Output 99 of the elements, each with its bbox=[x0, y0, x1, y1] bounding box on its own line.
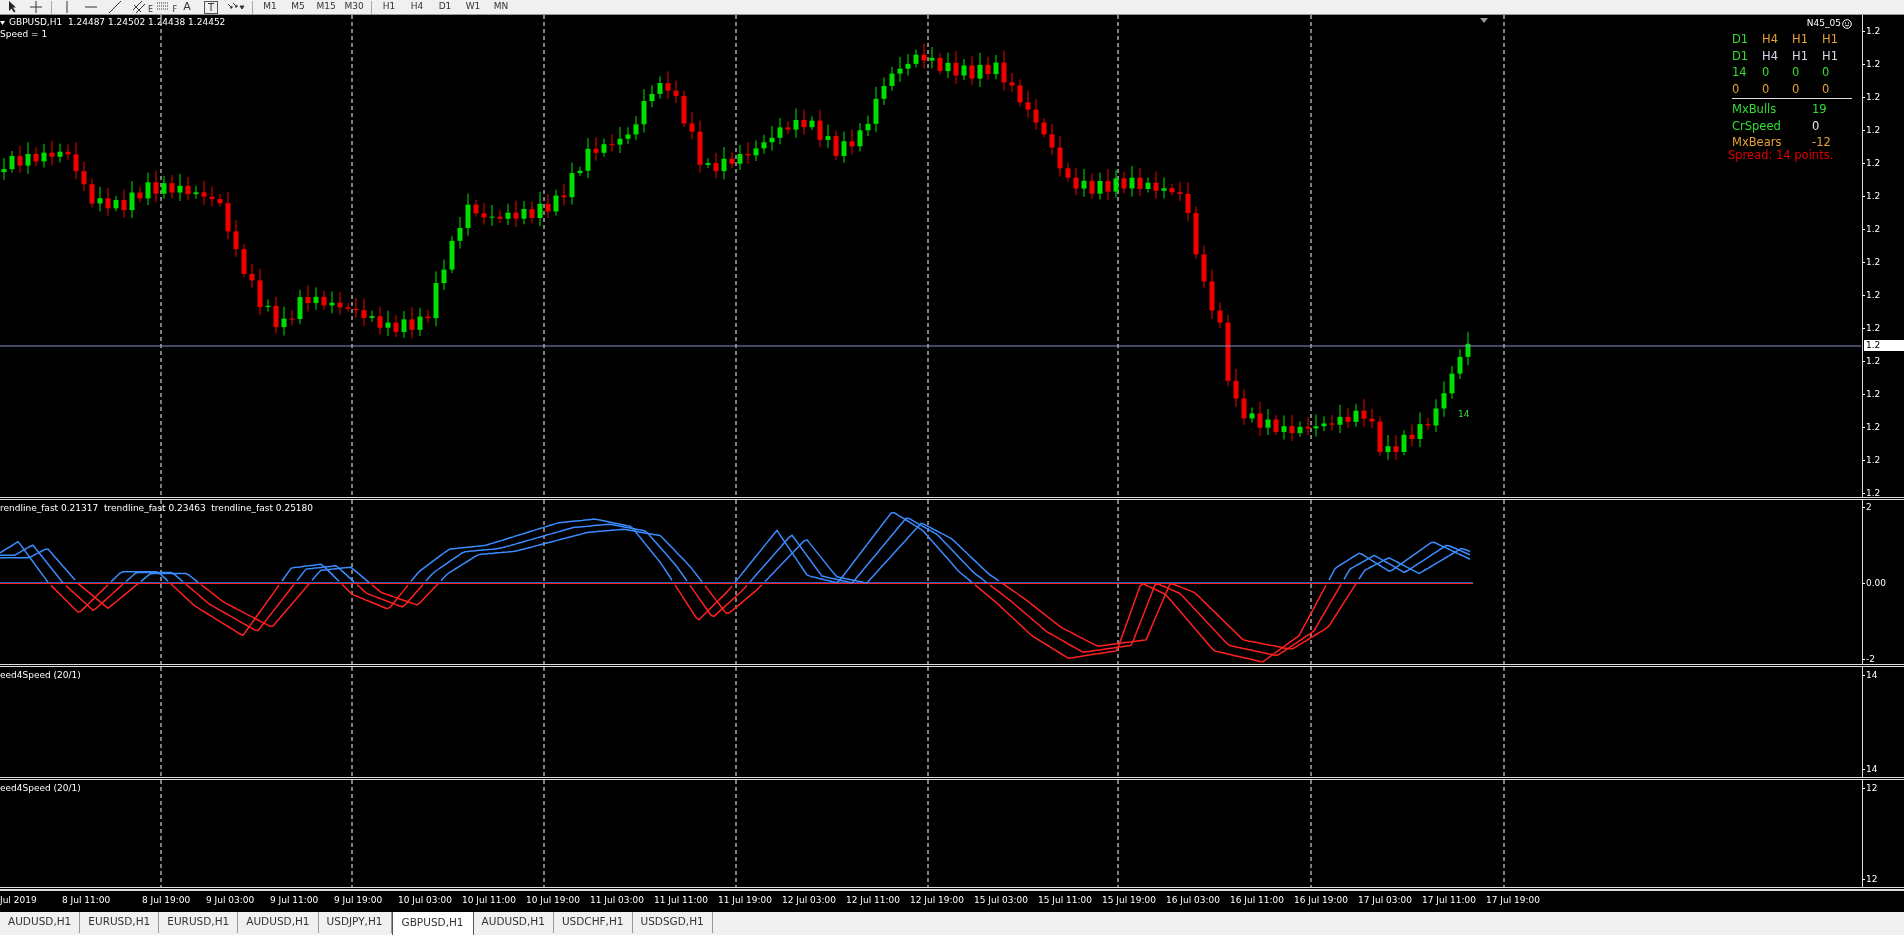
time-label: 9 Jul 03:00 bbox=[206, 894, 255, 907]
signal-value: H4 bbox=[1762, 31, 1779, 48]
time-label: 9 Jul 19:00 bbox=[334, 894, 383, 907]
time-label: 17 Jul 03:00 bbox=[1358, 894, 1412, 907]
signal-value: H1 bbox=[1822, 31, 1839, 48]
time-label: 15 Jul 03:00 bbox=[974, 894, 1028, 907]
axis-label: 14 bbox=[1866, 670, 1878, 680]
signal-value: 0 bbox=[1762, 64, 1771, 81]
price-label: 1.2 bbox=[1866, 158, 1881, 168]
price-label: 1.2 bbox=[1866, 389, 1881, 399]
signal-value: 0 bbox=[1792, 80, 1801, 97]
signal-value: D1 bbox=[1732, 31, 1750, 48]
signal-value: D1 bbox=[1732, 47, 1750, 64]
signal-value: 0 bbox=[1732, 80, 1741, 97]
stat-label: MxBears bbox=[1732, 134, 1783, 149]
signal-value: H1 bbox=[1792, 47, 1809, 64]
price-label: 1.2 bbox=[1866, 125, 1881, 135]
chart-symbol-info: GBPUSD,H1 1.24487 1.24502 1.24438 1.24452 bbox=[9, 17, 226, 28]
current-price-label: 1.2 bbox=[1864, 340, 1904, 351]
time-label: 10 Jul 19:00 bbox=[526, 894, 580, 907]
time-label: Jul 2019 bbox=[0, 894, 37, 907]
time-label: 15 Jul 11:00 bbox=[1038, 894, 1092, 907]
time-label: 12 Jul 03:00 bbox=[782, 894, 836, 907]
price-label: 1.2 bbox=[1866, 356, 1881, 366]
signal-value: 0 bbox=[1822, 64, 1831, 81]
timeframe-button[interactable]: D1 bbox=[431, 0, 459, 14]
bar-count-label: 14 bbox=[1458, 409, 1470, 420]
time-label: 15 Jul 19:00 bbox=[1102, 894, 1156, 907]
time-label: 8 Jul 11:00 bbox=[62, 894, 111, 907]
time-label: 10 Jul 03:00 bbox=[398, 894, 452, 907]
price-label: 1.2 bbox=[1866, 92, 1881, 102]
indicator-name: eed4Speed (20/1) bbox=[0, 783, 81, 794]
vertical-line-icon bbox=[66, 1, 68, 13]
time-label: 8 Jul 19:00 bbox=[142, 894, 191, 907]
time-label: 16 Jul 19:00 bbox=[1294, 894, 1348, 907]
timeframe-button[interactable]: M1 bbox=[256, 0, 284, 14]
fibonacci-icon bbox=[157, 2, 169, 12]
signal-value: 0 bbox=[1762, 80, 1771, 97]
shift-marker-icon bbox=[1480, 18, 1488, 23]
text-label-button[interactable]: T bbox=[204, 0, 218, 14]
time-label: 9 Jul 11:00 bbox=[270, 894, 319, 907]
signal-value: H4 bbox=[1762, 47, 1779, 64]
stat-value: -12 bbox=[1812, 135, 1831, 149]
time-label: 16 Jul 11:00 bbox=[1230, 894, 1284, 907]
chart-tab[interactable]: GBPUSD,H1 bbox=[391, 912, 474, 935]
timeframe-button[interactable]: M30 bbox=[340, 0, 368, 14]
time-label: 10 Jul 11:00 bbox=[462, 894, 516, 907]
triangle-icon bbox=[0, 20, 5, 25]
indicator-name: eed4Speed (20/1) bbox=[0, 670, 81, 681]
crosshair-icon bbox=[30, 1, 42, 13]
axis-label: -2 bbox=[1866, 654, 1875, 664]
time-label: 11 Jul 03:00 bbox=[590, 894, 644, 907]
indicator-values: rendline_fast 0.21317 trendline_fast 0.23463 trendline_fast 0.25180 bbox=[0, 503, 314, 514]
price-label: 1.2 bbox=[1866, 257, 1881, 267]
timeframe-button[interactable]: W1 bbox=[459, 0, 487, 14]
speed-label: Speed = 1 bbox=[0, 29, 48, 40]
time-label: 11 Jul 19:00 bbox=[718, 894, 772, 907]
timeframe-button[interactable]: H4 bbox=[403, 0, 431, 14]
axis-label: 0.00 bbox=[1866, 578, 1887, 588]
horizontal-line-icon bbox=[85, 6, 97, 8]
diagonal-line-icon bbox=[109, 1, 121, 13]
time-label: 12 Jul 19:00 bbox=[910, 894, 964, 907]
time-label: 12 Jul 11:00 bbox=[846, 894, 900, 907]
price-label: 1.2 bbox=[1866, 224, 1881, 234]
cursor-icon bbox=[7, 1, 17, 13]
stat-value: 19 bbox=[1812, 102, 1827, 116]
stat-value: 0 bbox=[1812, 118, 1820, 133]
time-label: 17 Jul 11:00 bbox=[1422, 894, 1476, 907]
price-label: 1.2 bbox=[1866, 455, 1881, 465]
signal-value: 14 bbox=[1732, 64, 1748, 81]
price-label: 1.2 bbox=[1866, 59, 1881, 69]
arrows-icon bbox=[227, 2, 245, 12]
indicator-name: N45_05 bbox=[1806, 17, 1841, 30]
price-label: 1.2 bbox=[1866, 488, 1881, 497]
time-label: 17 Jul 19:00 bbox=[1486, 894, 1540, 907]
price-label: 1.2 bbox=[1866, 323, 1881, 333]
spread-label: Spread: 14 points. bbox=[1728, 148, 1835, 162]
axis-label: 12 bbox=[1866, 874, 1878, 884]
axis-label: 14 bbox=[1866, 764, 1878, 774]
axis-label: 2 bbox=[1866, 502, 1872, 512]
signal-value: 0 bbox=[1792, 64, 1801, 81]
signal-value: 0 bbox=[1822, 80, 1831, 97]
price-label: 1.2 bbox=[1866, 290, 1881, 300]
axis-label: 12 bbox=[1866, 783, 1878, 793]
timeframe-button[interactable]: M5 bbox=[284, 0, 312, 14]
smiley-icon bbox=[1842, 18, 1852, 29]
price-label: 1.2 bbox=[1866, 26, 1881, 36]
signal-value: H1 bbox=[1822, 47, 1839, 64]
timeframe-button[interactable]: MN bbox=[487, 0, 515, 14]
time-label: 11 Jul 11:00 bbox=[654, 894, 708, 907]
price-label: 1.2 bbox=[1866, 422, 1881, 432]
stat-label: MxBulls bbox=[1732, 101, 1778, 118]
timeframe-button[interactable]: M15 bbox=[312, 0, 340, 14]
channel-button[interactable]: E bbox=[127, 0, 151, 14]
signal-value: H1 bbox=[1792, 31, 1809, 48]
stat-label: CrSpeed bbox=[1732, 117, 1782, 134]
timeframe-button[interactable]: H1 bbox=[375, 0, 403, 14]
time-label: 16 Jul 03:00 bbox=[1166, 894, 1220, 907]
price-label: 1.2 bbox=[1866, 191, 1881, 201]
